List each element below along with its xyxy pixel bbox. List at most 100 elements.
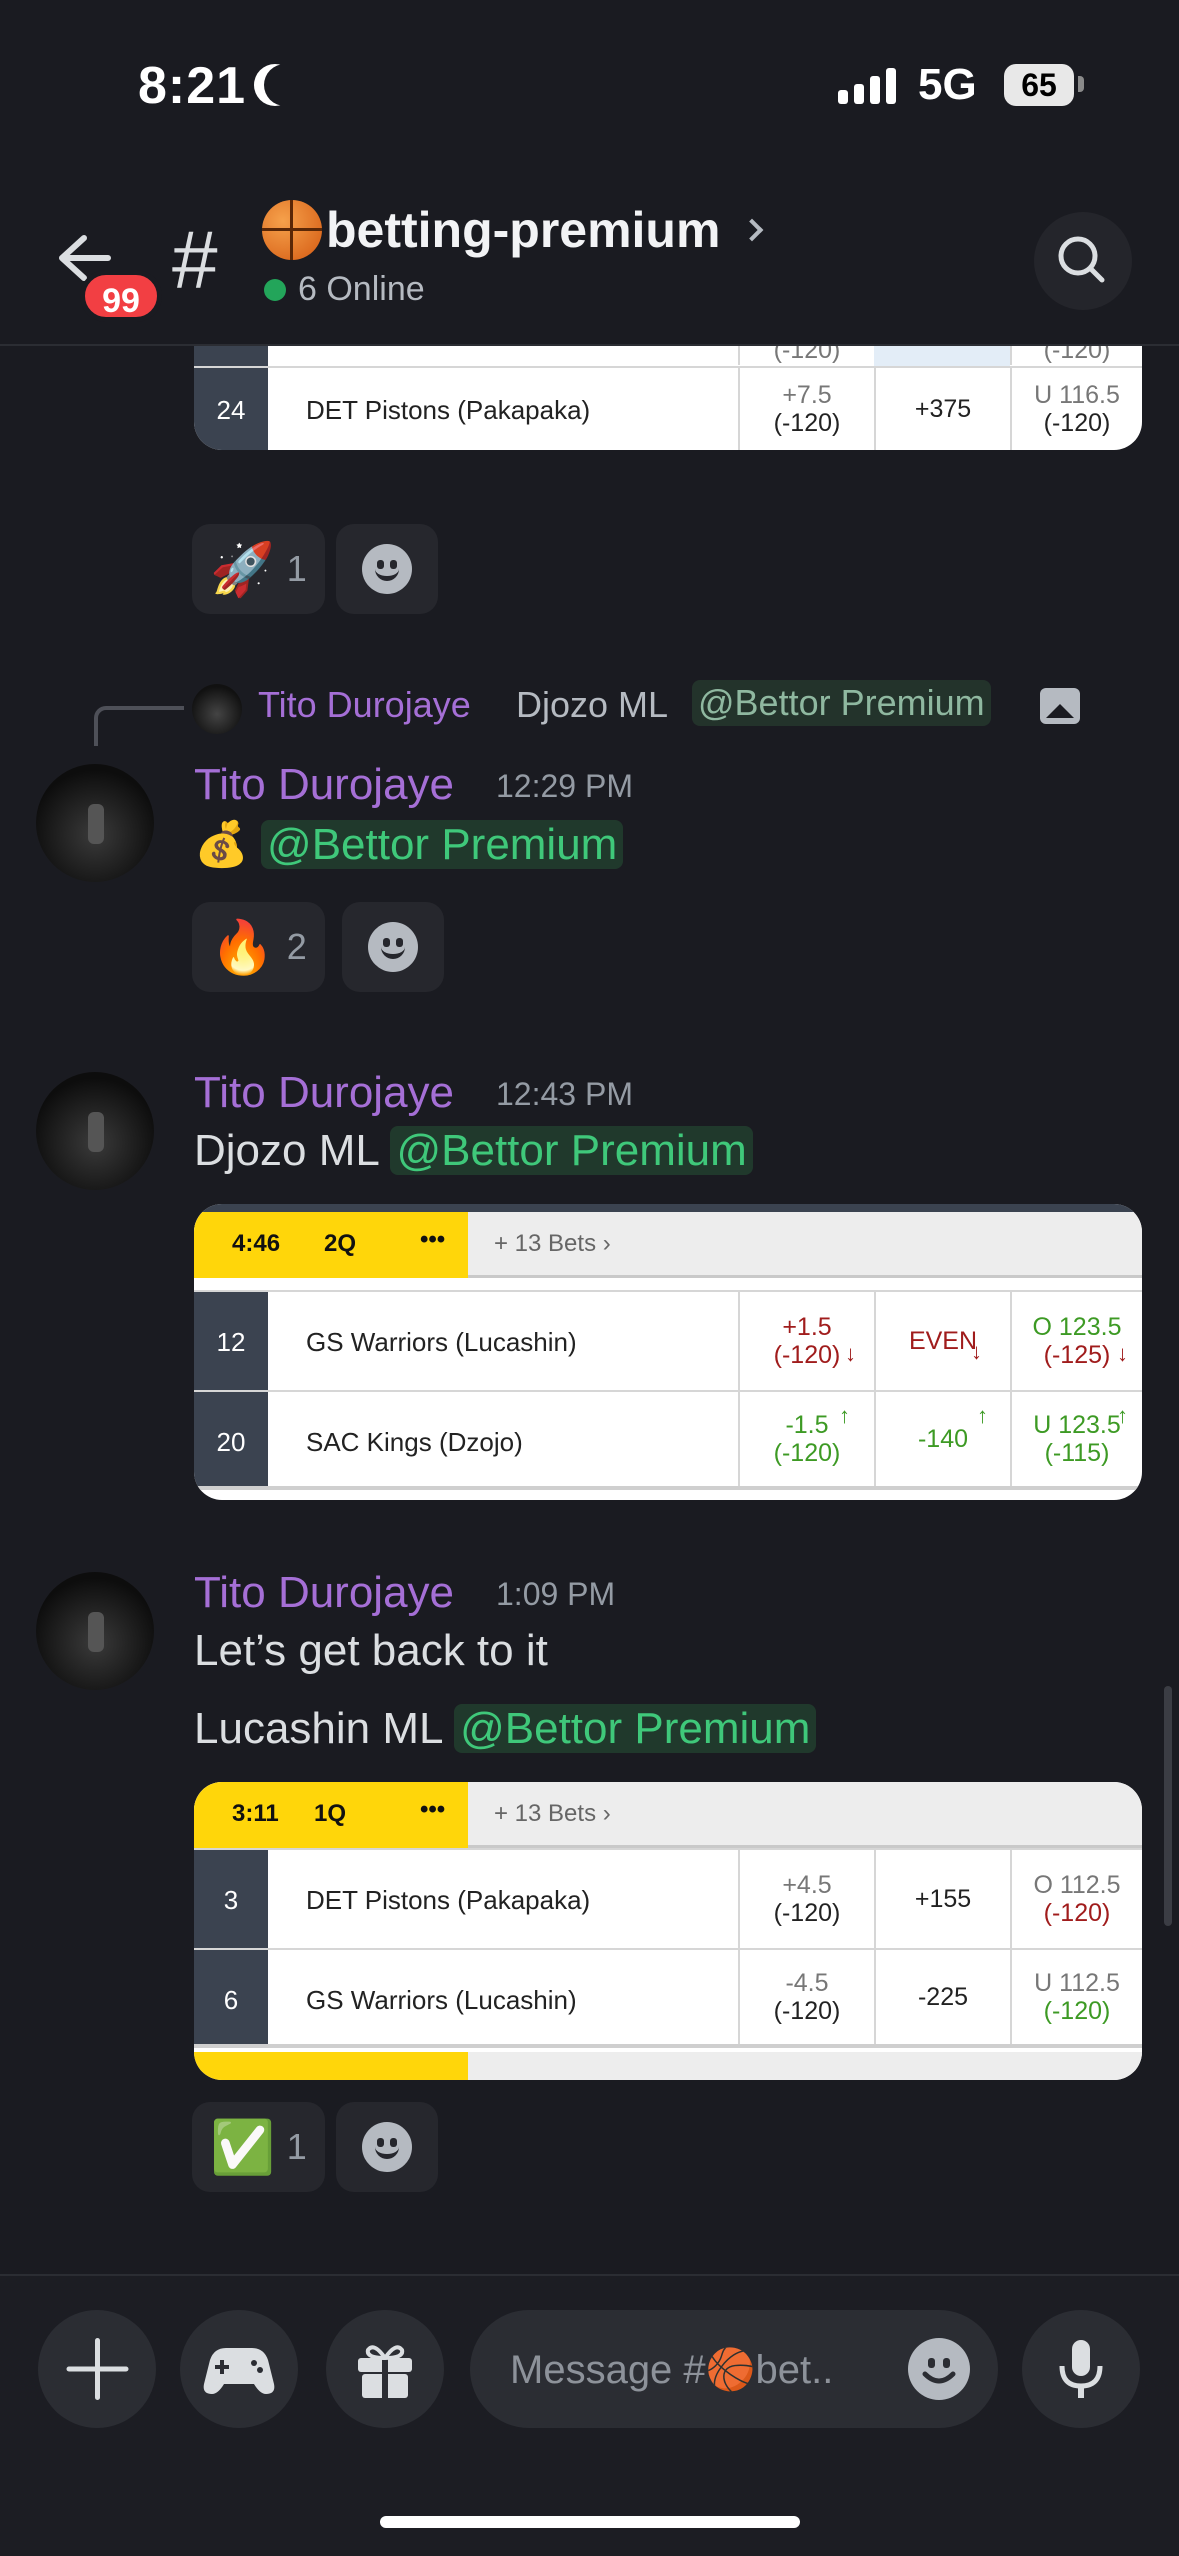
moneyline-cell[interactable]: -225	[874, 1950, 1010, 2044]
mention[interactable]: @Bettor Premium	[454, 1704, 817, 1753]
gift-button[interactable]	[326, 2310, 444, 2428]
moneyline-value: +375	[914, 395, 972, 423]
avatar[interactable]	[36, 764, 154, 882]
spread-cell[interactable]: +4.5 (-120)	[738, 1850, 874, 1948]
add-reaction-button[interactable]	[336, 524, 438, 614]
search-icon	[1058, 236, 1105, 283]
message-body[interactable]: 💰 @Bettor Premium	[194, 818, 624, 870]
voice-button[interactable]	[1022, 2310, 1140, 2428]
plus-button[interactable]	[38, 2310, 156, 2428]
emoji-picker-icon[interactable]	[908, 2338, 970, 2400]
reply-author[interactable]: Tito Durojaye	[258, 684, 471, 726]
arrow-down-icon: ↓	[845, 1341, 856, 1366]
message-list[interactable]: (-120) (-120) 24 DET Pistons (Pakapaka) …	[0, 346, 1179, 2274]
message-body[interactable]: Lucashin ML @Bettor Premium	[194, 1704, 817, 1754]
chevron-right-icon	[741, 218, 764, 242]
reply-preview[interactable]: Djozo ML	[516, 684, 668, 726]
table-row[interactable]: 12 GS Warriors (Lucashin) +1.5 (-120) ↓ EV…	[194, 1290, 1142, 1390]
more-options-icon[interactable]: •••	[420, 1226, 445, 1254]
more-bets-link[interactable]: + 13 Bets ›	[494, 1800, 611, 1828]
spread-cell[interactable]: -4.5 (-120)	[738, 1950, 874, 2044]
spread-odds: (-120)	[773, 1997, 841, 2025]
total-cell[interactable]: U 112.5 (-120)	[1010, 1950, 1142, 2044]
fire-emoji: 🔥	[210, 918, 275, 977]
online-dot-icon	[264, 278, 286, 301]
reaction-check[interactable]: ✅ 1	[192, 2102, 325, 2192]
hash-icon: #	[172, 215, 218, 306]
spread-cell[interactable]: +7.5 (-120)	[738, 368, 874, 450]
image-icon	[1040, 688, 1080, 724]
username[interactable]: Tito Durojaye	[194, 1068, 454, 1118]
username[interactable]: Tito Durojaye	[194, 1568, 454, 1618]
total-cell[interactable]: O 112.5 (-120)	[1010, 1850, 1142, 1948]
avatar[interactable]	[36, 1572, 154, 1690]
next-game-strip	[194, 2052, 468, 2080]
row-number: 6	[194, 1950, 268, 2044]
scrollbar[interactable]	[1164, 1686, 1172, 1926]
message-body[interactable]: Djozo ML @Bettor Premium	[194, 1126, 753, 1176]
moneyline-cell[interactable]: +375	[874, 368, 1010, 450]
total-odds: (-120)	[1043, 1899, 1111, 1927]
status-bar: 8:21 5G 65	[0, 0, 1179, 170]
spread-cell[interactable]: +1.5 (-120) ↓	[738, 1292, 874, 1390]
spread-value: +7.5	[782, 381, 832, 409]
add-reaction-button[interactable]	[342, 902, 444, 992]
message-text[interactable]: Let’s get back to it	[194, 1626, 548, 1676]
table-row[interactable]: 20 SAC Kings (Dzojo) -1.5 (-120) ↑ -140 ↑ U…	[194, 1390, 1142, 1490]
activities-button[interactable]	[180, 2310, 298, 2428]
home-indicator	[380, 2516, 800, 2528]
spread-cell[interactable]: -1.5 (-120) ↑	[738, 1392, 874, 1486]
more-bets-link[interactable]: + 13 Bets ›	[494, 1230, 611, 1258]
reply-connector	[94, 706, 184, 746]
card-header: 4:46 2Q ••• + 13 Bets ›	[194, 1212, 1142, 1278]
smile-icon	[362, 2122, 412, 2172]
username[interactable]: Tito Durojaye	[194, 760, 454, 810]
total-odds: (-115)	[1044, 1439, 1110, 1467]
reaction-rocket[interactable]: 🚀 1	[192, 524, 325, 614]
live-indicator: 4:46 2Q •••	[194, 1212, 468, 1278]
moneyline-cell[interactable]: -140 ↑	[874, 1392, 1010, 1486]
moneyline-cell[interactable]: EVEN ↓	[874, 1292, 1010, 1390]
message-input[interactable]: Message #🏀bet..	[470, 2310, 998, 2428]
row-num-strip	[194, 346, 268, 366]
arrow-down-icon: ↓	[971, 1339, 982, 1364]
table-row[interactable]: 3 DET Pistons (Pakapaka) +4.5 (-120) +155…	[194, 1848, 1142, 1948]
partial-odds: (-120)	[738, 346, 874, 365]
next-game-strip	[468, 2052, 1142, 2080]
unread-badge: 99	[80, 270, 162, 322]
signal-icon	[838, 66, 896, 104]
network-type: 5G	[918, 60, 977, 109]
mention[interactable]: @Bettor Premium	[261, 820, 624, 869]
add-reaction-button[interactable]	[336, 2102, 438, 2192]
table-row[interactable]: 24 DET Pistons (Pakapaka) +7.5 (-120) +37…	[194, 366, 1142, 450]
avatar[interactable]	[36, 1072, 154, 1190]
total-odds: (-120)	[1043, 1997, 1111, 2025]
game-period: 2Q	[324, 1230, 357, 1257]
bet-card[interactable]: 3:11 1Q ••• + 13 Bets › 3 DET Pistons (P…	[194, 1782, 1142, 2080]
live-indicator: 3:11 1Q •••	[194, 1782, 468, 1848]
mention[interactable]: @Bettor Premium	[390, 1126, 753, 1175]
moneyline-cell[interactable]: +155	[874, 1850, 1010, 1948]
total-cell[interactable]: U 123.5 (-115) ↑	[1010, 1392, 1142, 1486]
table-row[interactable]: 6 GS Warriors (Lucashin) -4.5 (-120) -225…	[194, 1948, 1142, 2048]
search-button[interactable]	[1034, 212, 1132, 310]
total-cell[interactable]: O 123.5 (-125) ↓	[1010, 1292, 1142, 1390]
total-cell[interactable]: U 116.5 (-120)	[1010, 368, 1142, 450]
more-bets-label: + 13 Bets	[494, 1230, 597, 1257]
money-bag-emoji: 💰	[194, 820, 249, 869]
total-value: O 123.5	[1032, 1313, 1122, 1341]
more-options-icon[interactable]: •••	[420, 1796, 445, 1824]
bet-card[interactable]: 4:46 2Q ••• + 13 Bets › 12 GS Warriors (…	[194, 1204, 1142, 1500]
basketball-icon	[262, 200, 322, 260]
arrow-up-icon: ↑	[839, 1403, 850, 1428]
timestamp: 12:29 PM	[496, 768, 633, 804]
reaction-fire[interactable]: 🔥 2	[192, 902, 325, 992]
reply-mention: @Bettor Premium	[692, 680, 991, 726]
channel-title[interactable]: betting-premium	[262, 200, 764, 260]
message-text: Lucashin ML	[194, 1704, 442, 1753]
message-text: Djozo ML	[194, 1126, 379, 1175]
total-value: U 112.5	[1034, 1969, 1120, 1997]
bet-card: (-120) (-120) 24 DET Pistons (Pakapaka) …	[194, 346, 1142, 450]
row-number: 20	[194, 1392, 268, 1486]
channel-name: betting-premium	[326, 202, 721, 258]
